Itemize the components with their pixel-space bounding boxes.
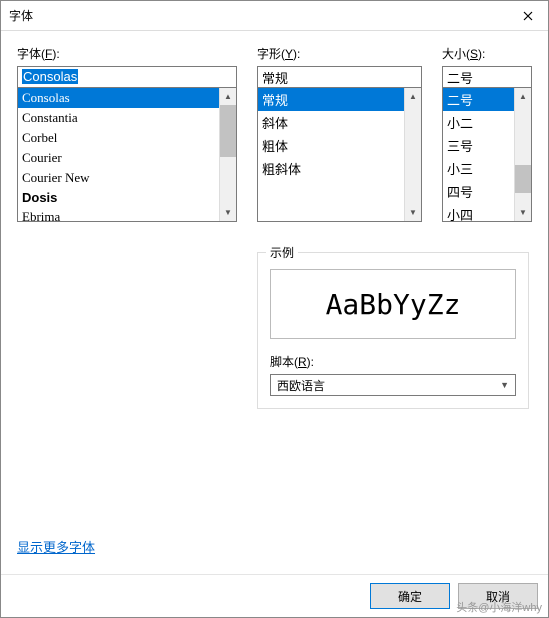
font-label: 字体(F): bbox=[17, 45, 237, 62]
list-item[interactable]: Ebrima bbox=[18, 207, 219, 221]
sample-group: 示例 AaBbYyZz 脚本(R): 西欧语言 ▼ bbox=[257, 252, 529, 409]
size-scrollbar[interactable]: ▲ ▼ bbox=[514, 88, 531, 221]
size-input[interactable] bbox=[442, 66, 532, 88]
list-item[interactable]: 小二 bbox=[443, 111, 514, 134]
scroll-up-icon[interactable]: ▲ bbox=[220, 88, 236, 105]
size-list[interactable]: 二号小二三号小三四号小四五号 ▲ ▼ bbox=[442, 87, 532, 222]
more-fonts-link[interactable]: 显示更多字体 bbox=[17, 537, 95, 556]
dialog-body: 字体(F): Consolas ConsolasConstantiaCorbel… bbox=[1, 31, 548, 574]
close-icon bbox=[523, 11, 533, 21]
font-column: 字体(F): Consolas ConsolasConstantiaCorbel… bbox=[17, 45, 237, 222]
window-title: 字体 bbox=[9, 7, 33, 24]
list-item[interactable]: Courier bbox=[18, 148, 219, 168]
list-item[interactable]: 斜体 bbox=[258, 111, 404, 134]
scroll-up-icon[interactable]: ▲ bbox=[405, 88, 421, 105]
font-input[interactable]: Consolas bbox=[17, 66, 237, 88]
scroll-up-icon[interactable]: ▲ bbox=[515, 88, 531, 105]
list-item[interactable]: 粗斜体 bbox=[258, 157, 404, 180]
style-input[interactable] bbox=[257, 66, 422, 88]
font-scrollbar[interactable]: ▲ ▼ bbox=[219, 88, 236, 221]
scroll-down-icon[interactable]: ▼ bbox=[515, 204, 531, 221]
font-list[interactable]: ConsolasConstantiaCorbelCourierCourier N… bbox=[17, 87, 237, 222]
list-item[interactable]: Consolas bbox=[18, 88, 219, 108]
script-label: 脚本(R): bbox=[270, 353, 516, 370]
size-column: 大小(S): 二号小二三号小三四号小四五号 ▲ ▼ bbox=[442, 45, 532, 222]
list-item[interactable]: 四号 bbox=[443, 180, 514, 203]
font-dialog: 字体 字体(F): Consolas ConsolasConstantiaCor… bbox=[0, 0, 549, 618]
list-item[interactable]: Corbel bbox=[18, 128, 219, 148]
list-item[interactable]: Courier New bbox=[18, 168, 219, 188]
cancel-button[interactable]: 取消 bbox=[458, 583, 538, 609]
ok-button[interactable]: 确定 bbox=[370, 583, 450, 609]
titlebar: 字体 bbox=[1, 1, 548, 31]
scroll-down-icon[interactable]: ▼ bbox=[405, 204, 421, 221]
scroll-down-icon[interactable]: ▼ bbox=[220, 204, 236, 221]
list-item[interactable]: 粗体 bbox=[258, 134, 404, 157]
list-item[interactable]: Dosis bbox=[18, 188, 219, 207]
style-label: 字形(Y): bbox=[257, 45, 422, 62]
list-item[interactable]: 小四 bbox=[443, 203, 514, 221]
list-item[interactable]: 二号 bbox=[443, 88, 514, 111]
chevron-down-icon: ▼ bbox=[496, 380, 513, 390]
script-select[interactable]: 西欧语言 ▼ bbox=[270, 374, 516, 396]
list-item[interactable]: 小三 bbox=[443, 157, 514, 180]
list-item[interactable]: Constantia bbox=[18, 108, 219, 128]
sample-preview: AaBbYyZz bbox=[270, 269, 516, 339]
button-bar: 确定 取消 bbox=[1, 574, 548, 617]
style-list[interactable]: 常规斜体粗体粗斜体 ▲ ▼ bbox=[257, 87, 422, 222]
list-item[interactable]: 三号 bbox=[443, 134, 514, 157]
close-button[interactable] bbox=[508, 1, 548, 31]
style-scrollbar[interactable]: ▲ ▼ bbox=[404, 88, 421, 221]
sample-label: 示例 bbox=[266, 244, 298, 261]
style-column: 字形(Y): 常规斜体粗体粗斜体 ▲ ▼ bbox=[257, 45, 422, 222]
list-item[interactable]: 常规 bbox=[258, 88, 404, 111]
size-label: 大小(S): bbox=[442, 45, 532, 62]
